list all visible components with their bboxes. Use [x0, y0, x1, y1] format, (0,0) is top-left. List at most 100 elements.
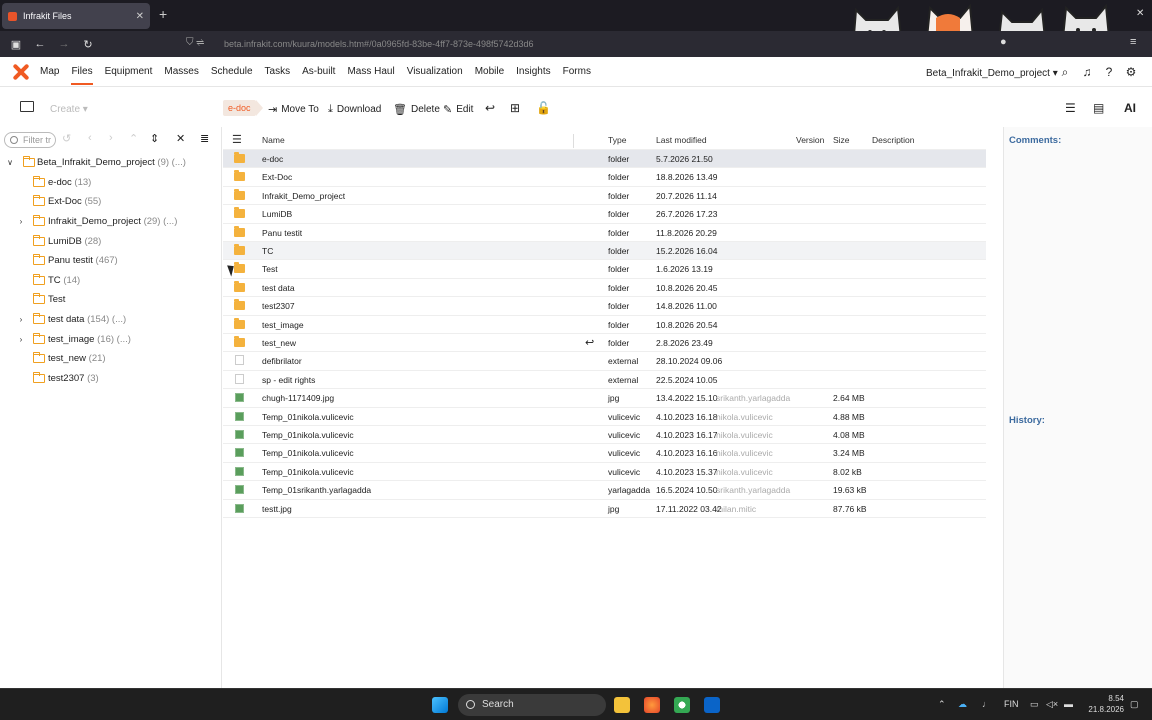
file-name[interactable]: Temp_01nikola.vulicevic: [262, 467, 354, 477]
file-name[interactable]: test_image: [262, 320, 304, 330]
tree-item-ext-doc[interactable]: Ext-Doc (55): [0, 192, 222, 212]
file-name[interactable]: Temp_01nikola.vulicevic: [262, 430, 354, 440]
search-icon[interactable]: ⌕: [1058, 65, 1072, 80]
volume-icon[interactable]: ◁×: [1046, 699, 1058, 710]
table-row[interactable]: Temp_01nikola.vulicevic vulicevic 4.10.202…: [223, 444, 986, 463]
chevron-right-icon[interactable]: ›: [16, 217, 26, 226]
expand-all-icon[interactable]: ⇕: [150, 132, 159, 145]
col-version[interactable]: Version: [796, 135, 824, 145]
table-row[interactable]: Infrakit_Demo_project folder 20.7.2026 11.…: [223, 187, 986, 206]
nav-tasks[interactable]: Tasks: [265, 58, 291, 85]
chevron-right-icon[interactable]: ›: [16, 315, 26, 324]
tree-item-test-data[interactable]: › test data (154) (...): [0, 310, 222, 330]
file-name[interactable]: defibrilator: [262, 356, 302, 366]
table-row[interactable]: testt.jpg jpg 17.11.2022 03.42 milan.mitic 8…: [223, 500, 986, 518]
keyboard-language[interactable]: FIN: [1004, 699, 1019, 709]
tree-item-e-doc[interactable]: e-doc (13): [0, 173, 222, 193]
table-row[interactable]: Test folder 1.6.2026 13.19: [223, 260, 986, 279]
notifications-icon[interactable]: ▢: [1130, 699, 1139, 710]
reload-icon[interactable]: ↻: [76, 38, 100, 51]
tree-root[interactable]: ∨ Beta_Infrakit_Demo_project (9) (...): [0, 153, 222, 173]
file-name[interactable]: chugh-1171409.jpg: [262, 393, 334, 403]
file-name[interactable]: Ext-Doc: [262, 172, 292, 182]
tree-item-test-new[interactable]: test_new (21): [0, 349, 222, 369]
url-field[interactable]: beta.infrakit.com/kuura/models.htm#/0a09…: [224, 39, 534, 49]
windows-start-icon[interactable]: [432, 697, 448, 713]
table-row[interactable]: defibrilator external 28.10.2024 09.06: [223, 352, 986, 371]
nav-visualization[interactable]: Visualization: [407, 58, 463, 85]
comments-panel-icon[interactable]: ▤: [1093, 101, 1104, 115]
next-icon[interactable]: ›: [109, 132, 113, 144]
ai-button[interactable]: AI: [1124, 101, 1136, 115]
table-row[interactable]: e-doc folder 5.7.2026 21.50: [223, 150, 986, 169]
create-dropdown[interactable]: Create ▾: [50, 104, 88, 115]
up-icon[interactable]: ⌃: [129, 132, 138, 145]
account-icon[interactable]: ●: [1000, 36, 1007, 48]
nav-files[interactable]: Files: [71, 58, 93, 85]
notifications-bell-icon[interactable]: ♫: [1080, 65, 1094, 79]
folder-view-icon[interactable]: [20, 101, 34, 112]
settings-gear-icon[interactable]: ⚙: [1124, 65, 1138, 79]
nav-masses[interactable]: Masses: [164, 58, 198, 85]
file-name[interactable]: test2307: [262, 301, 295, 311]
breadcrumb[interactable]: e-doc: [223, 100, 262, 116]
table-row[interactable]: Temp_01nikola.vulicevic vulicevic 4.10.202…: [223, 426, 986, 445]
nav-forms[interactable]: Forms: [563, 58, 591, 85]
delete-button[interactable]: 🗑 Delete: [393, 103, 440, 116]
menu-icon[interactable]: ≡: [1130, 36, 1136, 48]
file-name[interactable]: Panu testit: [262, 228, 302, 238]
col-description[interactable]: Description: [872, 135, 915, 145]
network-icon[interactable]: ▭: [1030, 699, 1039, 710]
nav-map[interactable]: Map: [40, 58, 59, 85]
file-explorer-icon[interactable]: [614, 697, 630, 713]
tree-item-tc[interactable]: TC (14): [0, 271, 222, 291]
move-to-button[interactable]: ⇥ Move To: [268, 103, 319, 116]
outlook-icon[interactable]: [704, 697, 720, 713]
help-icon[interactable]: ?: [1102, 65, 1116, 79]
chevron-down-icon[interactable]: ∨: [5, 158, 15, 167]
table-row[interactable]: Temp_01nikola.vulicevic vulicevic 4.10.202…: [223, 408, 986, 426]
tree-item-infrakit-demo-project[interactable]: › Infrakit_Demo_project (29) (...): [0, 212, 222, 232]
tracking-shield-icon[interactable]: ⛉ ⇌: [186, 37, 204, 48]
tree-item-panu-testit[interactable]: Panu testit (467): [0, 251, 222, 271]
link-icon[interactable]: ↩: [485, 101, 495, 115]
back-icon[interactable]: ←: [28, 38, 52, 50]
infrakit-logo-icon[interactable]: [12, 63, 30, 81]
table-row[interactable]: sp - edit rights external 22.5.2024 10.05: [223, 371, 986, 390]
col-size[interactable]: Size: [833, 135, 850, 145]
col-name[interactable]: Name: [262, 135, 285, 145]
file-name[interactable]: testt.jpg: [262, 504, 292, 514]
table-row[interactable]: TC folder 15.2.2026 16.04: [223, 242, 986, 261]
lock-icon[interactable]: 🔓: [536, 101, 551, 115]
tree-item-lumidb[interactable]: LumiDB (28): [0, 231, 222, 251]
tree-filter-input[interactable]: Filter tr: [4, 132, 56, 148]
file-name[interactable]: LumiDB: [262, 209, 292, 219]
nav-schedule[interactable]: Schedule: [211, 58, 253, 85]
nav-insights[interactable]: Insights: [516, 58, 550, 85]
table-row[interactable]: LumiDB folder 26.7.2026 17.23: [223, 205, 986, 224]
file-name[interactable]: test_new: [262, 338, 296, 348]
file-name[interactable]: TC: [262, 246, 273, 256]
new-tab-icon[interactable]: +: [159, 6, 167, 22]
nav-mobile[interactable]: Mobile: [475, 58, 504, 85]
file-name[interactable]: Test: [262, 264, 278, 274]
file-name[interactable]: test data: [262, 283, 295, 293]
file-name[interactable]: sp - edit rights: [262, 375, 315, 385]
collapse-all-icon[interactable]: ✕: [176, 132, 185, 145]
firefox-icon[interactable]: [644, 697, 660, 713]
table-row[interactable]: Temp_01srikanth.yarlagadda yarlagadda 16.5…: [223, 481, 986, 500]
file-name[interactable]: Infrakit_Demo_project: [262, 191, 345, 201]
col-type[interactable]: Type: [608, 135, 626, 145]
chevron-right-icon[interactable]: ›: [16, 335, 26, 344]
forward-icon[interactable]: →: [52, 38, 76, 50]
table-row[interactable]: test2307 folder 14.8.2026 11.00: [223, 297, 986, 316]
file-name[interactable]: Temp_01nikola.vulicevic: [262, 448, 354, 458]
battery-icon[interactable]: ▬: [1064, 699, 1073, 709]
file-name[interactable]: Temp_01srikanth.yarlagadda: [262, 485, 371, 495]
edit-button[interactable]: ✎ Edit: [443, 103, 473, 116]
prev-icon[interactable]: ‹: [88, 132, 92, 144]
nav-mass-haul[interactable]: Mass Haul: [347, 58, 394, 85]
close-tab-icon[interactable]: ✕: [136, 11, 144, 22]
tree-item-test2307[interactable]: test2307 (3): [0, 369, 222, 389]
file-name[interactable]: e-doc: [262, 154, 283, 164]
